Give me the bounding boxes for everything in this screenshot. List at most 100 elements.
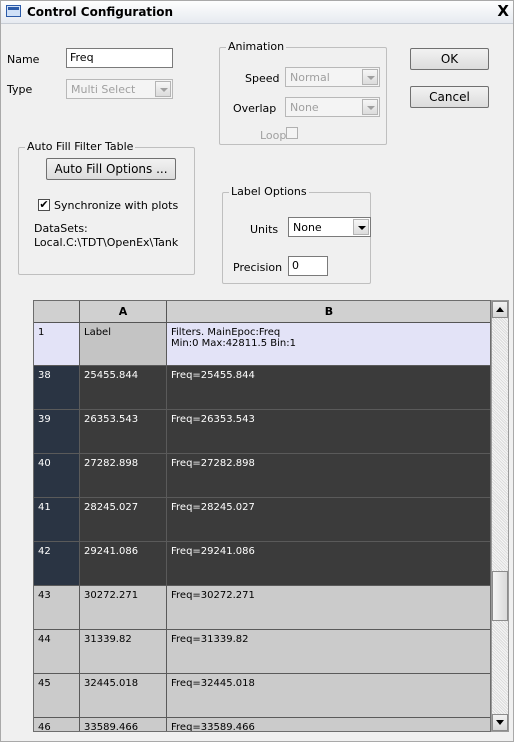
cancel-button[interactable]: Cancel xyxy=(410,86,489,108)
close-icon[interactable]: X xyxy=(497,2,509,20)
cell-a-text: 29241.086 xyxy=(84,546,139,557)
cell-b[interactable]: Freq=28245.027 xyxy=(167,498,490,542)
table-row[interactable]: 45 32445.018 Freq=32445.018 xyxy=(34,674,490,718)
cell-a-text: 30272.271 xyxy=(84,590,139,601)
cell-a[interactable]: 26353.543 xyxy=(80,410,167,454)
row-number-cell-text: 45 xyxy=(38,678,51,689)
cell-b-text: Freq=25455.844 xyxy=(171,370,255,381)
row-number-cell[interactable]: 45 xyxy=(34,674,80,718)
speed-label: Speed xyxy=(245,72,280,85)
cell-b-text: Freq=30272.271 xyxy=(171,590,255,601)
row-number-cell[interactable]: 40 xyxy=(34,454,80,498)
cell-b[interactable]: Freq=30272.271 xyxy=(167,586,490,630)
units-label: Units xyxy=(250,223,279,236)
name-input[interactable]: Freq xyxy=(66,48,173,68)
cell-b[interactable]: Filters. MainEpoc:Freq Min:0 Max:42811.5 … xyxy=(167,323,490,366)
units-select[interactable]: None xyxy=(288,217,371,237)
cell-a[interactable]: 32445.018 xyxy=(80,674,167,718)
row-number-cell[interactable]: 44 xyxy=(34,630,80,674)
row-number-cell[interactable]: 41 xyxy=(34,498,80,542)
cell-a[interactable]: 27282.898 xyxy=(80,454,167,498)
cell-b-text: Freq=26353.543 xyxy=(171,414,255,425)
cell-b-text: Freq=32445.018 xyxy=(171,678,255,689)
loop-checkbox xyxy=(286,127,298,139)
cell-b[interactable]: Freq=32445.018 xyxy=(167,674,490,718)
cell-a-text: 31339.82 xyxy=(84,634,132,645)
cell-a[interactable]: 33589.466 xyxy=(80,718,167,732)
cell-b[interactable]: Freq=31339.82 xyxy=(167,630,490,674)
cell-b[interactable]: Freq=29241.086 xyxy=(167,542,490,586)
row-number-cell-text: 40 xyxy=(38,458,51,469)
cell-b[interactable]: Freq=33589.466 xyxy=(167,718,490,732)
cell-a[interactable]: 28245.027 xyxy=(80,498,167,542)
table-row[interactable]: 1 Label Filters. MainEpoc:Freq Min:0 Max:42… xyxy=(34,323,490,366)
row-number-cell[interactable]: 1 xyxy=(34,323,80,366)
cell-b-text: Freq=28245.027 xyxy=(171,502,255,513)
cell-a-text: 33589.466 xyxy=(84,722,139,732)
row-number-cell-text: 44 xyxy=(38,634,51,645)
cell-a-text: 32445.018 xyxy=(84,678,139,689)
table-row[interactable]: 46 33589.466 Freq=33589.466 xyxy=(34,718,490,732)
cell-a-text: Label xyxy=(84,327,111,338)
name-label: Name xyxy=(7,53,40,66)
cell-a[interactable]: 29241.086 xyxy=(80,542,167,586)
row-number-cell-text: 41 xyxy=(38,502,51,513)
precision-label: Precision xyxy=(233,261,283,274)
row-number-cell-text: 39 xyxy=(38,414,51,425)
loop-label: Loop xyxy=(260,129,287,142)
cell-b[interactable]: Freq=25455.844 xyxy=(167,366,490,410)
cell-a[interactable]: 30272.271 xyxy=(80,586,167,630)
cell-b-text: Freq=27282.898 xyxy=(171,458,255,469)
datasets-label: DataSets: xyxy=(34,222,88,235)
row-number-cell[interactable]: 46 xyxy=(34,718,80,731)
window-icon xyxy=(6,5,21,17)
table-row[interactable]: 39 26353.543 Freq=26353.543 xyxy=(34,410,490,454)
row-number-cell-text: 43 xyxy=(38,590,51,601)
scrollbar-thumb[interactable] xyxy=(492,571,508,621)
dropdown-arrow-icon[interactable] xyxy=(353,219,369,235)
table-row[interactable]: 40 27282.898 Freq=27282.898 xyxy=(34,454,490,498)
synchronize-label: Synchronize with plots xyxy=(54,199,179,212)
table-row[interactable]: 44 31339.82 Freq=31339.82 xyxy=(34,630,490,674)
label-options-group-title: Label Options xyxy=(229,185,309,198)
cell-a-text: 25455.844 xyxy=(84,370,139,381)
row-number-cell-text: 1 xyxy=(38,327,45,338)
row-number-cell-text: 42 xyxy=(38,546,51,557)
overlap-select: None xyxy=(285,97,380,117)
cell-b[interactable]: Freq=27282.898 xyxy=(167,454,490,498)
cell-a[interactable]: 25455.844 xyxy=(80,366,167,410)
speed-select: Normal xyxy=(285,67,380,87)
cell-b-text-line2: Min:0 Max:42811.5 Bin:1 xyxy=(171,338,296,349)
cell-a-text: 26353.543 xyxy=(84,414,139,425)
table-vertical-scrollbar[interactable] xyxy=(491,300,509,732)
scroll-down-icon[interactable] xyxy=(492,714,508,731)
cell-b-text: Filters. MainEpoc:Freq xyxy=(171,327,281,338)
auto-fill-options-button[interactable]: Auto Fill Options ... xyxy=(46,158,176,180)
overlap-select-value: None xyxy=(290,101,319,114)
table-header-b[interactable]: B xyxy=(167,301,490,322)
row-number-cell[interactable]: 42 xyxy=(34,542,80,586)
cell-b-text: Freq=33589.466 xyxy=(171,722,255,732)
scroll-up-icon[interactable] xyxy=(492,301,508,318)
precision-input[interactable]: 0 xyxy=(288,256,328,276)
animation-group-title: Animation xyxy=(226,40,287,53)
cell-b-text: Freq=31339.82 xyxy=(171,634,249,645)
row-number-cell[interactable]: 38 xyxy=(34,366,80,410)
type-select: Multi Select xyxy=(66,79,173,99)
table-row[interactable]: 38 25455.844 Freq=25455.844 xyxy=(34,366,490,410)
type-select-value: Multi Select xyxy=(71,83,136,96)
auto-fill-group-title: Auto Fill Filter Table xyxy=(25,140,136,153)
table-row[interactable]: 41 28245.027 Freq=28245.027 xyxy=(34,498,490,542)
table-row[interactable]: 43 30272.271 Freq=30272.271 xyxy=(34,586,490,630)
row-number-cell[interactable]: 43 xyxy=(34,586,80,630)
table-row[interactable]: 42 29241.086 Freq=29241.086 xyxy=(34,542,490,586)
table-header-a[interactable]: A xyxy=(80,301,167,322)
filter-table: A B 1 Label Filters. MainEpoc:Freq Min:0 Ma… xyxy=(33,300,491,732)
cell-b[interactable]: Freq=26353.543 xyxy=(167,410,490,454)
cell-a[interactable]: Label xyxy=(80,323,167,366)
ok-button[interactable]: OK xyxy=(410,48,489,70)
row-number-cell[interactable]: 39 xyxy=(34,410,80,454)
synchronize-checkbox[interactable]: ✔ xyxy=(38,199,50,211)
datasets-value: Local.C:\TDT\OpenEx\Tank xyxy=(34,236,179,249)
cell-a[interactable]: 31339.82 xyxy=(80,630,167,674)
